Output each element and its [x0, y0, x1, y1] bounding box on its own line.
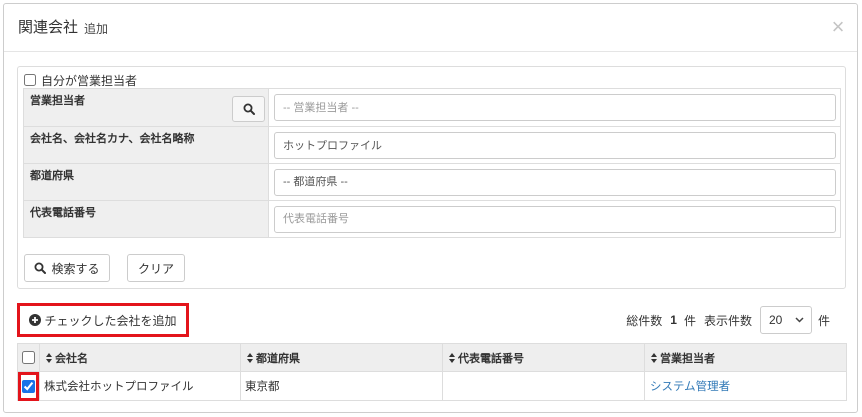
select-all-checkbox[interactable]	[22, 351, 35, 364]
search-panel: 自分が営業担当者 営業担当者 -- 営業担当者 -- 会社名、会社名カナ、会社名…	[17, 66, 846, 289]
cell-company: 株式会社ホットプロファイル	[39, 371, 241, 401]
row-checkbox-cell	[17, 371, 40, 401]
sales-rep-link[interactable]: システム管理者	[650, 381, 730, 393]
row-checkbox[interactable]	[22, 379, 35, 393]
close-icon: ×	[831, 14, 845, 39]
sales-rep-label-cell: 営業担当者	[23, 88, 269, 127]
page-size-label: 表示件数	[703, 313, 752, 328]
sales-rep-search-button[interactable]	[232, 96, 265, 122]
sales-rep-value-cell	[268, 88, 841, 127]
filter-row-sales-rep: 営業担当者	[23, 88, 841, 127]
search-icon	[243, 103, 255, 115]
self-sales-rep-label: 自分が営業担当者	[41, 73, 138, 88]
column-header-label: 会社名	[55, 352, 88, 365]
select-all-cell	[17, 343, 40, 372]
search-button[interactable]: 検索する	[24, 254, 110, 282]
filter-row-prefecture: 都道府県 -- 都道府県 --	[23, 163, 841, 201]
column-header-label: 都道府県	[256, 352, 300, 365]
page-size-unit: 件	[817, 313, 830, 328]
sort-icon	[651, 352, 657, 363]
self-sales-rep-checkbox[interactable]	[24, 74, 36, 86]
total-count-label: 総件数	[626, 313, 663, 328]
modal-title: 関連会社	[18, 18, 79, 36]
clear-button[interactable]: クリア	[127, 254, 185, 282]
search-button-label: 検索する	[51, 261, 100, 276]
page-size-select[interactable]: 20	[759, 306, 812, 334]
table-header-row: 会社名 都道府県 代表電話番号 営業担当者	[17, 343, 847, 372]
prefecture-select[interactable]: -- 都道府県 --	[274, 168, 836, 196]
add-checked-companies-button[interactable]: チェックした会社を追加	[20, 306, 186, 334]
column-header-prefecture[interactable]: 都道府県	[240, 343, 443, 372]
page-size-dropdown: 20	[759, 306, 812, 334]
total-count: 1	[670, 313, 677, 327]
modal-subtitle: 追加	[84, 22, 109, 36]
phone-label: 代表電話番号	[30, 207, 96, 219]
plus-circle-icon	[29, 314, 42, 326]
column-header-label: 営業担当者	[660, 352, 715, 365]
prefecture-label-cell: 都道府県	[23, 163, 269, 201]
column-header-sales-rep[interactable]: 営業担当者	[644, 343, 847, 372]
company-label-cell: 会社名、会社名カナ、会社名略称	[23, 126, 269, 164]
column-header-phone[interactable]: 代表電話番号	[442, 343, 645, 372]
modal-header: 関連会社 追加 ×	[4, 4, 857, 52]
results-table: 会社名 都道府県 代表電話番号 営業担当者 株式会社ホットプロファイル 東京都 …	[17, 343, 847, 401]
sales-rep-label: 営業担当者	[30, 95, 85, 107]
phone-value-cell	[268, 200, 841, 238]
prefecture-value-cell: -- 都道府県 --	[268, 163, 841, 201]
cell-prefecture: 東京都	[240, 371, 443, 401]
company-value-cell	[268, 126, 841, 164]
total-count-unit: 件	[683, 313, 696, 328]
sort-icon	[247, 352, 253, 363]
result-summary: 総件数 1 件 表示件数 20 件	[626, 306, 830, 334]
sort-icon	[46, 352, 52, 363]
add-related-company-modal: 関連会社 追加 × 自分が営業担当者 営業担当者 -- 営業担当者 -- 会社名…	[3, 3, 858, 413]
filter-row-phone: 代表電話番号	[23, 200, 841, 238]
add-checked-companies-label: チェックした会社を追加	[44, 313, 177, 328]
company-name-label: 会社名、会社名カナ、会社名略称	[30, 133, 195, 145]
row-checkbox-wrap	[18, 372, 39, 401]
filter-row-company: 会社名、会社名カナ、会社名略称	[23, 126, 841, 164]
cell-phone	[442, 371, 645, 401]
phone-label-cell: 代表電話番号	[23, 200, 269, 238]
cell-sales-rep: システム管理者	[644, 371, 847, 401]
prefecture-label: 都道府県	[30, 170, 74, 182]
close-button[interactable]: ×	[829, 16, 847, 38]
search-icon	[34, 262, 47, 274]
self-sales-rep-option[interactable]: 自分が営業担当者	[23, 72, 137, 88]
filter-table: 営業担当者 会社名、会社名カナ、会社名略称	[23, 88, 841, 238]
company-name-input[interactable]	[274, 131, 836, 159]
sales-rep-input[interactable]	[274, 94, 836, 121]
phone-input[interactable]	[274, 205, 836, 233]
sort-icon	[449, 352, 455, 363]
column-header-label: 代表電話番号	[458, 352, 524, 365]
table-row: 株式会社ホットプロファイル 東京都 システム管理者	[17, 371, 847, 401]
column-header-company[interactable]: 会社名	[39, 343, 241, 372]
clear-button-label: クリア	[137, 261, 174, 276]
highlight-box: チェックした会社を追加	[17, 303, 189, 337]
